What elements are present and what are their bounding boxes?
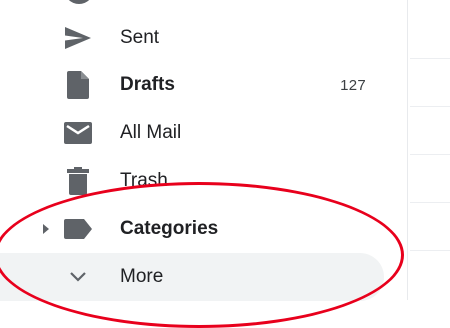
nav-item-categories[interactable]: Categories <box>0 205 384 253</box>
chevron-down-icon <box>60 259 96 295</box>
label-icon <box>60 211 96 247</box>
divider-line <box>410 202 450 203</box>
nav-label-all-mail: All Mail <box>120 122 182 143</box>
mail-icon <box>60 115 96 151</box>
nav-label-sent: Sent <box>120 27 160 48</box>
partial-icon <box>64 0 94 4</box>
trash-icon <box>60 163 96 199</box>
divider-line <box>410 58 450 59</box>
expand-arrow-icon[interactable] <box>38 221 54 237</box>
drafts-count: 127 <box>340 76 366 94</box>
panel-divider <box>407 0 408 300</box>
nav-item-all-mail[interactable]: All Mail <box>0 109 384 157</box>
nav-item-more[interactable]: More <box>0 253 384 301</box>
nav-label-drafts: Drafts <box>120 74 175 95</box>
send-icon <box>60 20 96 56</box>
nav-item-sent[interactable]: Sent <box>0 14 384 62</box>
divider-line <box>410 250 450 251</box>
nav-item-drafts[interactable]: Drafts 127 <box>0 61 384 109</box>
nav-label-categories: Categories <box>120 218 219 239</box>
divider-line <box>410 106 450 107</box>
nav-label-more: More <box>120 266 164 287</box>
nav-label-trash: Trash <box>120 170 168 191</box>
divider-line <box>410 154 450 155</box>
draft-icon <box>60 67 96 103</box>
nav-item-trash[interactable]: Trash <box>0 157 384 205</box>
